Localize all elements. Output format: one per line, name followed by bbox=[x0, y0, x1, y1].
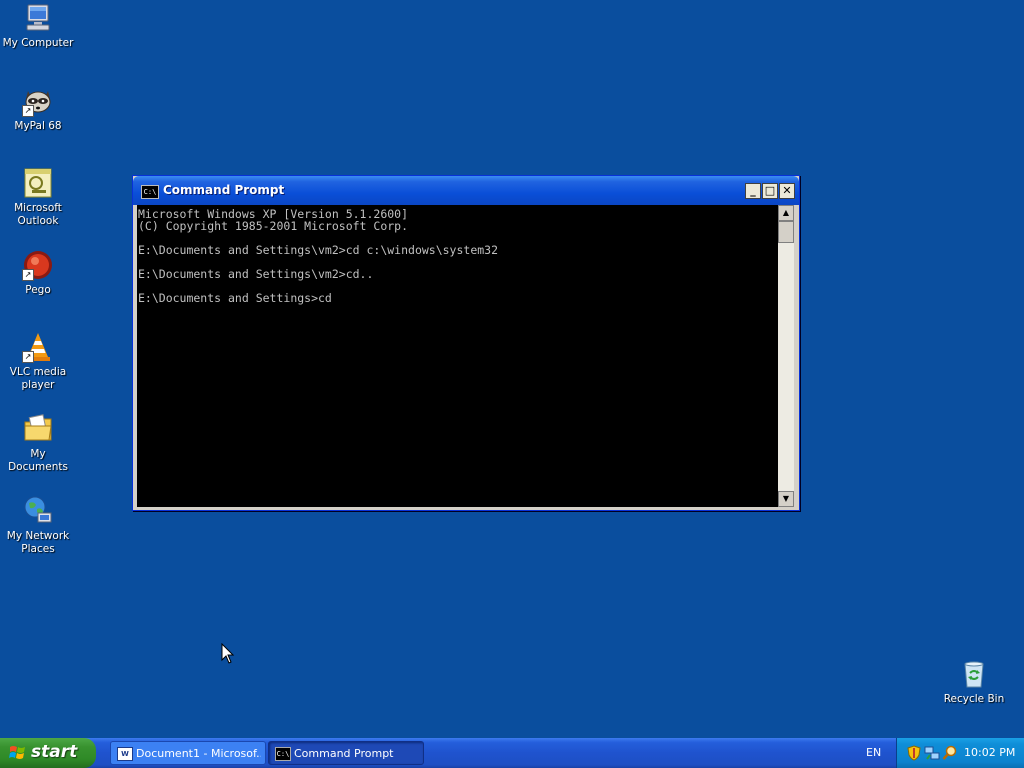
windows-flag-icon bbox=[9, 746, 25, 759]
system-tray: 10:02 PM bbox=[896, 738, 1024, 768]
clock[interactable]: 10:02 PM bbox=[964, 738, 1015, 768]
desktop-icon-my-documents[interactable]: My Documents bbox=[0, 413, 76, 474]
desktop-icon-label: VLC media player bbox=[9, 366, 67, 391]
desktop-icon-label: Recycle Bin bbox=[943, 693, 1005, 705]
desktop-icon-label: Pego bbox=[25, 284, 51, 296]
shortcut-arrow-icon: ↗ bbox=[22, 269, 34, 281]
desktop-icon-label: MyPal 68 bbox=[14, 120, 62, 132]
desktop-icon-microsoft-outlook[interactable]: Microsoft Outlook bbox=[0, 167, 76, 228]
desktop-icon-label: My Documents bbox=[8, 448, 68, 473]
taskbar-item-label: Document1 - Microsof... bbox=[136, 747, 261, 760]
outlook-icon bbox=[22, 167, 54, 199]
shortcut-arrow-icon: ↗ bbox=[22, 105, 34, 117]
desktop-icon-label: My Computer bbox=[2, 37, 74, 49]
command-prompt-window[interactable]: C:\ Command Prompt _ □ ✕ Microsoft Windo… bbox=[132, 175, 800, 511]
desktop-icon-mypal-68[interactable]: ↗ MyPal 68 bbox=[0, 85, 76, 133]
window-titlebar[interactable]: C:\ Command Prompt _ □ ✕ bbox=[133, 176, 799, 205]
window-title: Command Prompt bbox=[163, 183, 285, 197]
raccoon-icon: ↗ bbox=[22, 85, 54, 117]
desktop-icon-label: My Network Places bbox=[6, 530, 70, 555]
console-output[interactable]: Microsoft Windows XP [Version 5.1.2600] … bbox=[137, 205, 778, 304]
desktop-icon-vlc-media-player[interactable]: ↗ VLC media player bbox=[0, 331, 76, 392]
taskbar-item-document1[interactable]: W Document1 - Microsof... bbox=[110, 741, 266, 765]
desktop-icon-pego[interactable]: ↗ Pego bbox=[0, 249, 76, 297]
start-label: start bbox=[31, 742, 78, 762]
close-button[interactable]: ✕ bbox=[779, 183, 795, 199]
mouse-pointer-icon bbox=[221, 643, 235, 664]
recycle-bin-icon bbox=[958, 658, 990, 690]
word-icon: W bbox=[117, 747, 133, 761]
desktop-icon-my-computer[interactable]: My Computer bbox=[0, 2, 76, 50]
desktop: My Computer ↗ MyPal 68 Microsoft Outlook… bbox=[0, 0, 1024, 738]
maximize-button[interactable]: □ bbox=[762, 183, 778, 199]
cmd-icon: C:\ bbox=[141, 185, 159, 199]
desktop-icon-my-network-places[interactable]: My Network Places bbox=[0, 495, 76, 556]
folder-icon bbox=[22, 413, 54, 445]
vertical-scrollbar[interactable]: ▲ ▼ bbox=[778, 205, 794, 507]
computer-icon bbox=[22, 2, 54, 34]
network-connection-icon[interactable] bbox=[924, 745, 940, 761]
taskbar-item-command-prompt[interactable]: C:\ Command Prompt bbox=[268, 741, 424, 765]
search-icon[interactable] bbox=[942, 745, 958, 761]
minimize-button[interactable]: _ bbox=[745, 183, 761, 199]
desktop-icon-label: Microsoft Outlook bbox=[14, 202, 62, 227]
desktop-icon-recycle-bin[interactable]: Recycle Bin bbox=[936, 658, 1012, 706]
security-shield-icon[interactable] bbox=[906, 745, 922, 761]
scroll-thumb[interactable] bbox=[778, 221, 794, 243]
vlc-cone-icon: ↗ bbox=[22, 331, 54, 363]
console-area[interactable]: Microsoft Windows XP [Version 5.1.2600] … bbox=[137, 205, 778, 507]
scroll-down-button[interactable]: ▼ bbox=[778, 491, 794, 507]
taskbar-item-label: Command Prompt bbox=[294, 747, 394, 760]
network-globe-icon bbox=[22, 495, 54, 527]
shortcut-arrow-icon: ↗ bbox=[22, 351, 34, 363]
language-indicator[interactable]: EN bbox=[866, 738, 881, 768]
pego-icon: ↗ bbox=[22, 249, 54, 281]
scroll-up-button[interactable]: ▲ bbox=[778, 205, 794, 221]
taskbar: start W Document1 - Microsof... C:\ Comm… bbox=[0, 738, 1024, 768]
start-button[interactable]: start bbox=[0, 738, 96, 768]
cmd-icon: C:\ bbox=[275, 747, 291, 761]
